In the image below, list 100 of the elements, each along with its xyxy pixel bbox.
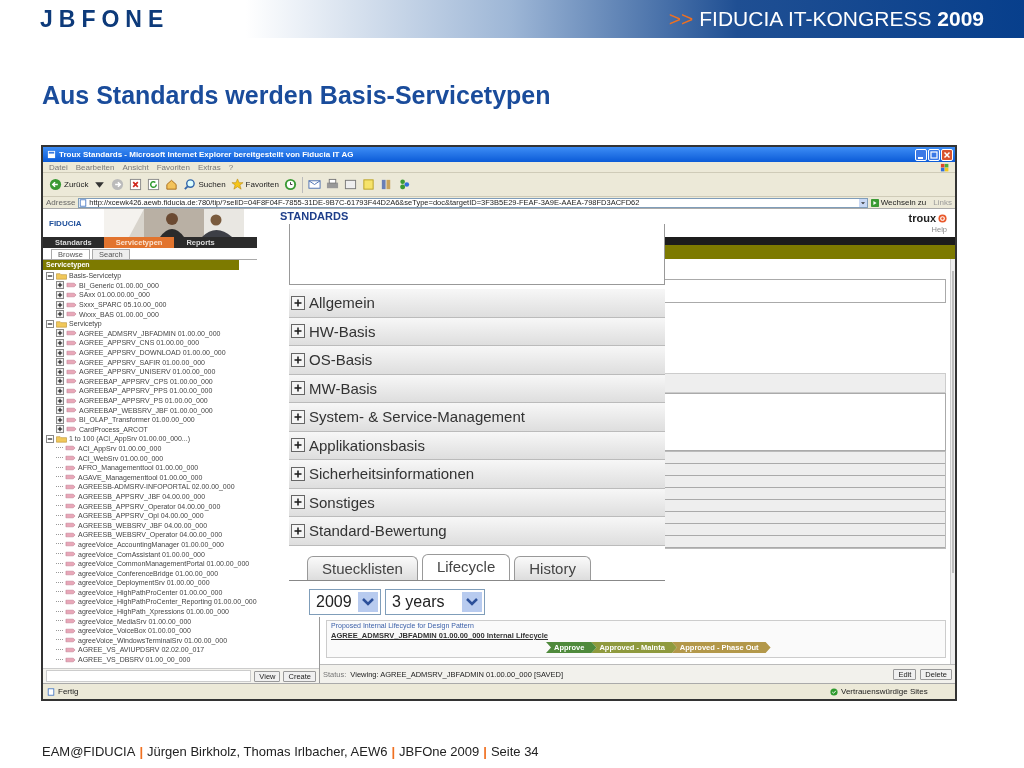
expand-toggle[interactable]	[56, 377, 64, 386]
accordion-section[interactable]: Applikationsbasis	[289, 431, 665, 460]
tag-icon	[66, 292, 77, 298]
footer-text: Seite 34	[490, 744, 539, 759]
book-icon[interactable]	[379, 178, 393, 191]
expand-toggle[interactable]	[291, 381, 305, 396]
tag-icon	[66, 368, 77, 375]
tab[interactable]: Stuecklisten	[307, 555, 418, 580]
page-icon	[47, 150, 56, 159]
menu-item[interactable]: Bearbeiten	[75, 162, 115, 172]
people-icon[interactable]	[397, 178, 411, 191]
close-icon	[942, 149, 952, 160]
expand-toggle[interactable]	[46, 271, 54, 280]
separator: |	[391, 744, 396, 759]
expand-toggle[interactable]	[56, 329, 64, 338]
arrow-icon	[870, 198, 879, 207]
expand-toggle[interactable]	[56, 396, 64, 405]
expand-toggle[interactable]	[56, 415, 64, 424]
refresh-icon[interactable]	[147, 178, 161, 191]
star-icon	[230, 178, 244, 191]
tag-icon	[65, 579, 76, 586]
tag-icon	[66, 426, 77, 433]
expand-toggle[interactable]	[56, 425, 64, 434]
accordion-section[interactable]: Standard-Bewertung	[289, 517, 665, 546]
accordion-section[interactable]: Allgemein	[289, 289, 665, 318]
mail-icon[interactable]	[307, 178, 321, 191]
tag-icon	[65, 531, 76, 538]
folder-icon	[56, 319, 67, 328]
expand-toggle[interactable]	[56, 310, 64, 319]
expand-toggle[interactable]	[291, 295, 305, 310]
back-icon	[49, 178, 62, 191]
expand-toggle[interactable]	[291, 352, 305, 367]
expand-toggle[interactable]	[56, 358, 64, 367]
go-button[interactable]: Wechseln zu	[870, 198, 927, 207]
favorites-button[interactable]: Favoriten	[230, 178, 279, 191]
expand-toggle[interactable]	[46, 434, 54, 443]
slide-title: Aus Standards werden Basis-Servicetypen	[42, 80, 552, 110]
accordion-section[interactable]: HW-Basis	[289, 317, 665, 346]
tab[interactable]: Lifecycle	[421, 553, 511, 580]
expand-toggle[interactable]	[291, 466, 305, 481]
input-field[interactable]	[46, 670, 252, 682]
expand-toggle[interactable]	[56, 281, 64, 290]
menu-item[interactable]: Favoriten	[156, 162, 190, 172]
troux-logo: troux	[908, 212, 936, 224]
expand-toggle[interactable]	[56, 338, 64, 347]
expand-toggle[interactable]	[291, 495, 305, 510]
expand-toggle[interactable]	[46, 319, 54, 328]
maximize-button[interactable]	[928, 148, 940, 161]
accordion-section[interactable]: Sicherheitsinformationen	[289, 460, 665, 489]
menu-item[interactable]: Ansicht	[122, 162, 149, 172]
tag-icon	[66, 282, 77, 289]
expand-toggle[interactable]	[56, 348, 64, 357]
tag-icon	[65, 637, 76, 644]
folder-icon	[56, 434, 67, 443]
tag-icon	[65, 474, 76, 481]
accordion-section[interactable]: Sonstiges	[289, 488, 665, 517]
tag-icon	[65, 560, 76, 567]
tag-icon	[66, 301, 77, 308]
printer-icon[interactable]	[325, 178, 339, 191]
period-select[interactable]: 3 years	[385, 588, 485, 615]
dropdown-icon[interactable]	[858, 198, 867, 207]
expand-toggle[interactable]	[291, 324, 305, 339]
tab[interactable]: History	[514, 555, 591, 580]
tag-icon	[65, 570, 76, 577]
menu-item[interactable]: Extras	[198, 162, 221, 172]
tag-icon	[66, 359, 77, 366]
document-icon[interactable]	[343, 178, 357, 191]
expand-toggle[interactable]	[291, 438, 305, 453]
page-heading: STANDARDS	[280, 210, 349, 222]
expand-toggle[interactable]	[56, 367, 64, 376]
footer-text: EAM@FIDUCIA	[42, 744, 136, 759]
stop-icon[interactable]	[129, 178, 143, 191]
expand-toggle[interactable]	[56, 291, 64, 299]
back-button[interactable]: Zurück	[49, 178, 89, 191]
close-button[interactable]	[941, 148, 953, 161]
menu-item[interactable]: ?	[228, 162, 234, 172]
event-title: FIDUCIA IT-KONGRESS 2009	[699, 7, 984, 31]
tag-icon	[66, 407, 77, 414]
search-button[interactable]: Suchen	[183, 178, 226, 191]
tag-icon	[65, 503, 76, 510]
expand-toggle[interactable]	[291, 409, 305, 424]
tag-icon	[66, 349, 77, 356]
expand-toggle[interactable]	[56, 386, 64, 395]
accordion-section[interactable]: MW-Basis	[289, 374, 665, 403]
history-icon[interactable]	[283, 178, 297, 191]
expand-toggle[interactable]	[56, 300, 64, 309]
tag-icon	[65, 522, 76, 529]
scrollbar[interactable]	[950, 259, 955, 664]
year-select[interactable]: 2009	[309, 588, 381, 615]
expand-toggle[interactable]	[291, 523, 305, 538]
separator: |	[483, 744, 487, 759]
expand-toggle[interactable]	[56, 406, 64, 415]
chevron-down-icon	[358, 591, 378, 612]
tag-icon	[65, 589, 76, 596]
accordion-section[interactable]: System- & Service-Management	[289, 403, 665, 432]
accordion-section[interactable]: OS-Basis	[289, 346, 665, 375]
minimize-button[interactable]	[915, 148, 927, 161]
menu-item[interactable]: Datei	[49, 162, 68, 172]
tag-icon	[65, 464, 76, 471]
tag-icon	[66, 339, 77, 346]
